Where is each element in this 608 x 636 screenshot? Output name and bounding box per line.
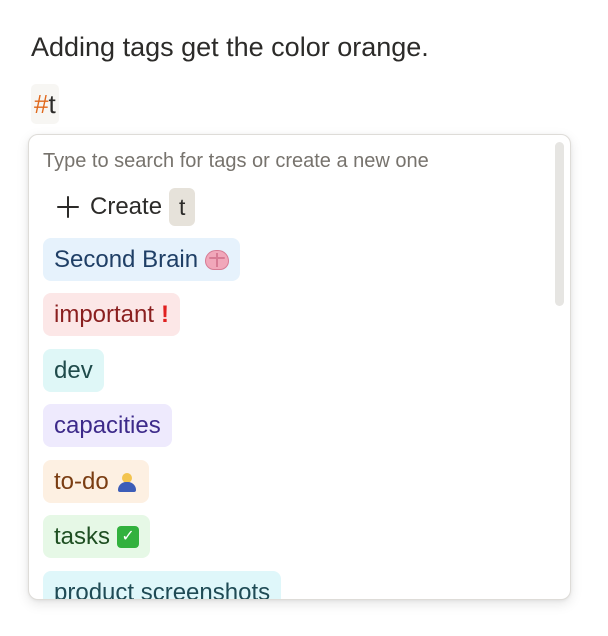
tag-option-second-brain[interactable]: Second Brain	[43, 238, 241, 281]
tag-label: to-do	[54, 468, 109, 495]
tag-label: product screenshots	[54, 579, 271, 600]
person-bowing-icon	[116, 471, 138, 493]
tag-label: important	[54, 301, 155, 328]
tag-suggestion-dropdown: Type to search for tags or create a new …	[28, 134, 571, 600]
create-tag-chip: t	[169, 188, 196, 226]
hash-symbol: #	[34, 89, 49, 119]
page-heading: Adding tags get the color orange.	[31, 32, 429, 62]
tag-label: dev	[54, 357, 93, 384]
tag-option-product-screenshots[interactable]: product screenshots	[43, 571, 282, 600]
tag-input[interactable]: #t	[31, 84, 59, 124]
create-label: Create	[90, 193, 163, 220]
create-tag-button[interactable]: Create t	[56, 188, 196, 226]
search-hint: Type to search for tags or create a new …	[43, 150, 429, 172]
exclamation-icon: !	[161, 301, 170, 328]
tag-option-capacities[interactable]: capacities	[43, 404, 172, 447]
tag-option-important[interactable]: important !	[43, 293, 181, 336]
brain-icon	[205, 249, 230, 270]
check-mark-button-icon: ✓	[117, 525, 140, 548]
tag-option-dev[interactable]: dev	[43, 349, 104, 392]
tag-label: capacities	[54, 412, 161, 439]
plus-icon	[56, 195, 80, 219]
dropdown-scrollbar[interactable]	[555, 142, 564, 306]
tag-label: tasks	[54, 523, 111, 550]
tag-label: Second Brain	[54, 246, 199, 273]
tag-option-tasks[interactable]: tasks ✓	[43, 515, 151, 558]
tag-option-to-do[interactable]: to-do	[43, 460, 149, 503]
tag-input-text: t	[48, 89, 56, 119]
